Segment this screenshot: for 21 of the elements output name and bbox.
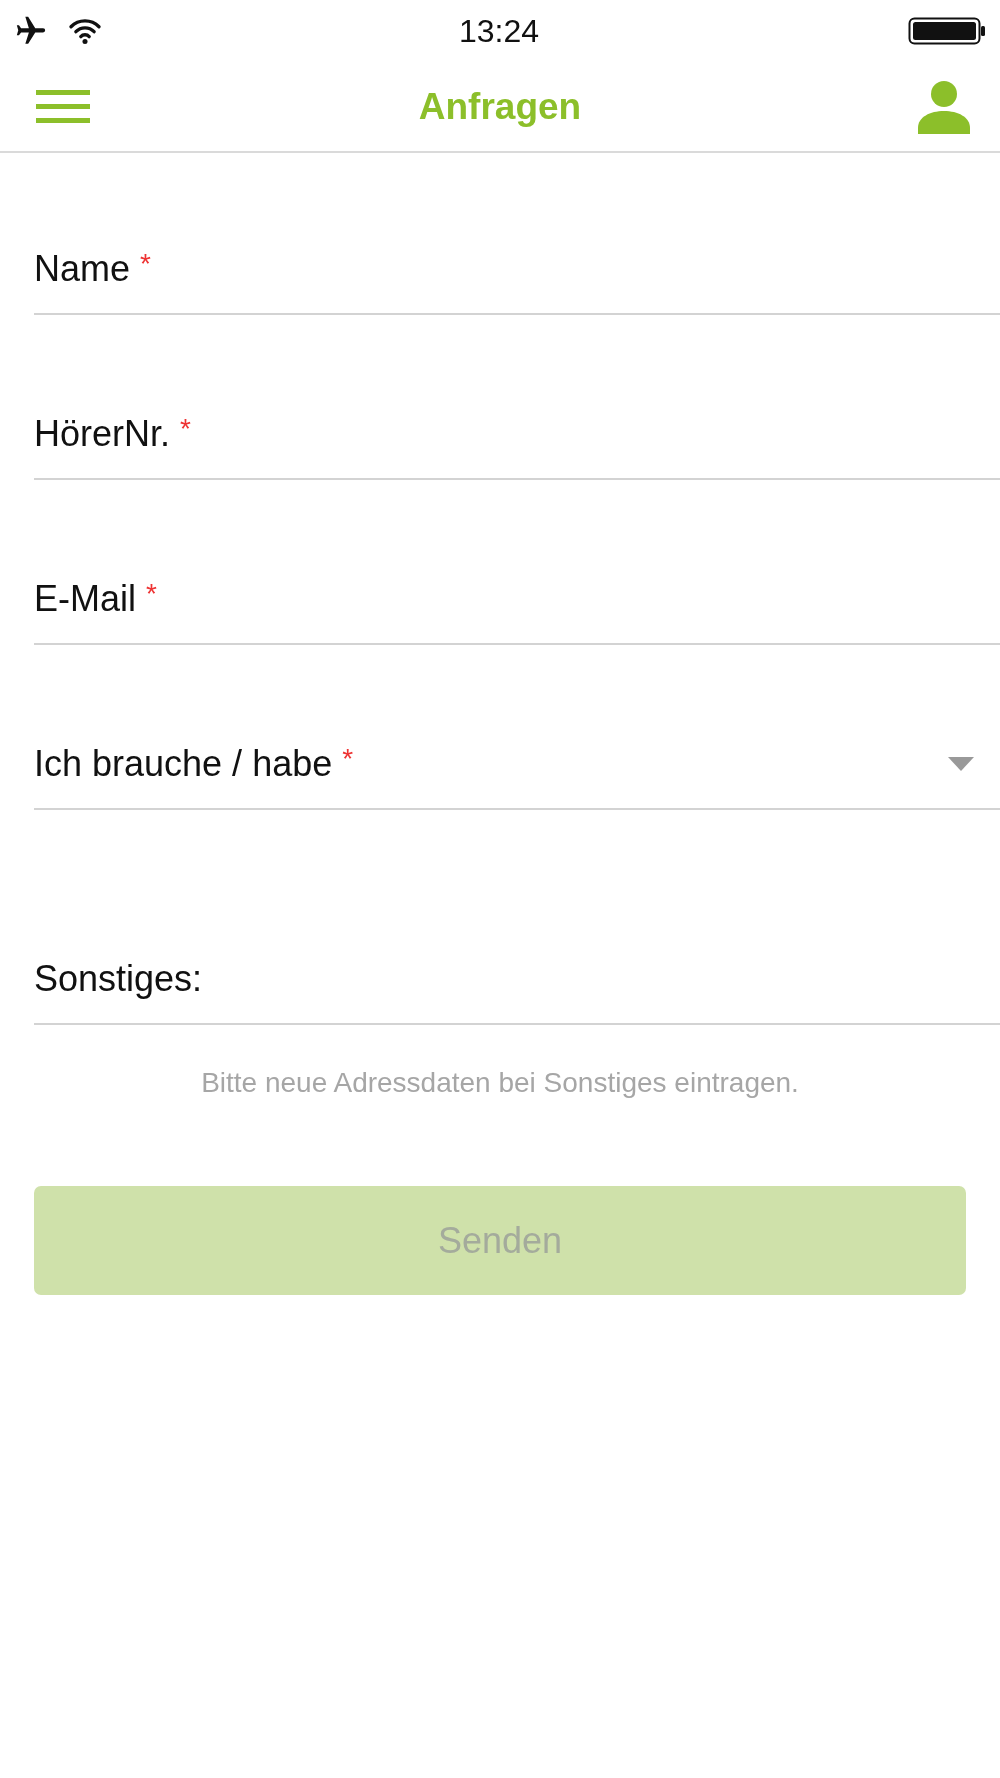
dropdown-arrow-icon: [948, 757, 974, 771]
hint-text: Bitte neue Adressdaten bei Sonstiges eintragen.: [201, 1067, 799, 1098]
input-field[interactable]: Name *: [34, 247, 1000, 315]
input-field[interactable]: HörerNr. *: [34, 412, 1000, 480]
required-mark: *: [342, 743, 354, 775]
field-label: Name: [34, 248, 131, 290]
select-field[interactable]: Ich brauche / habe *: [34, 742, 1000, 810]
required-mark: *: [146, 578, 157, 610]
field-label: HörerNr.: [34, 413, 171, 455]
field-label: Ich brauche / habe: [34, 743, 333, 785]
required-mark: *: [180, 413, 191, 445]
page-title: Anfragen: [418, 85, 582, 127]
user-icon: [916, 79, 972, 134]
status-time: 13:24: [458, 12, 540, 50]
field-label: Sonstiges:: [34, 958, 203, 1000]
field-label: E-Mail: [34, 578, 136, 620]
wifi-icon: [68, 17, 102, 45]
input-field[interactable]: Sonstiges:: [34, 957, 1000, 1025]
required-mark: *: [140, 248, 151, 280]
input-field[interactable]: E-Mail *: [34, 577, 1000, 645]
profile-button[interactable]: [916, 79, 972, 134]
